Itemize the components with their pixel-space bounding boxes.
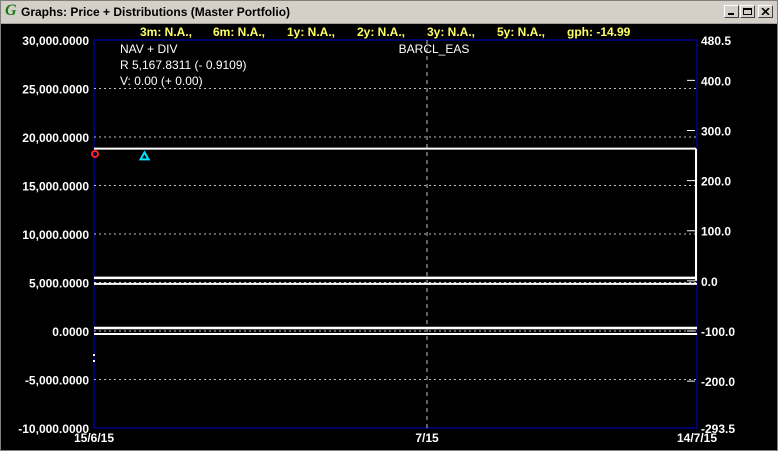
stat-1y: 1y: N.A., — [287, 25, 335, 39]
maximize-button[interactable] — [740, 5, 755, 18]
maximize-icon — [743, 8, 752, 15]
g-app-icon: G — [5, 2, 17, 19]
x-tick-1: 7/15 — [415, 431, 439, 445]
marker-circle — [91, 149, 99, 158]
stat-3m: 3m: N.A., — [140, 25, 192, 39]
y-left-tick-2: 20,000.0000 — [22, 131, 89, 145]
grid-lines — [94, 40, 697, 428]
close-button[interactable] — [758, 5, 773, 18]
y-right-tick-6: -100.0 — [701, 325, 735, 339]
stat-gph: gph: -14.99 — [567, 25, 631, 39]
y-axis-right: 480.5 400.0 300.0 200.0 100.0 0.0 -100.0 -200.0… — [687, 34, 735, 436]
edge-dot-1 — [93, 360, 95, 362]
stats-row: 3m: N.A., 6m: N.A., 1y: N.A., 2y: N.A., 3y: … — [140, 25, 631, 39]
y-left-tick-1: 25,000.0000 — [22, 83, 89, 97]
stat-5y: 5y: N.A., — [497, 25, 545, 39]
y-right-tick-3: 200.0 — [701, 175, 731, 189]
stat-6m: 6m: N.A., — [213, 25, 265, 39]
title-bar[interactable]: G Graphs: Price + Distributions (Master … — [1, 1, 777, 24]
y-axis-left: 30,000.0000 25,000.0000 20,000.0000 15,000.… — [18, 34, 89, 436]
minimize-button[interactable] — [724, 5, 739, 18]
y-right-tick-4: 100.0 — [701, 225, 731, 239]
chart-title: BARCL_EAS — [399, 42, 470, 56]
stat-2y: 2y: N.A., — [357, 25, 405, 39]
y-right-tick-1: 400.0 — [701, 74, 731, 88]
x-axis: 15/6/15 7/15 14/7/15 — [74, 431, 717, 445]
legend-line-2: R 5,167.8311 (- 0.9109) — [120, 58, 247, 72]
y-right-tick-7: -200.0 — [701, 375, 735, 389]
minimize-icon — [728, 13, 734, 15]
window-title: Graphs: Price + Distributions (Master Po… — [21, 5, 291, 19]
y-right-tick-0: 480.5 — [701, 34, 731, 48]
y-left-tick-6: 0.0000 — [52, 325, 89, 339]
y-left-tick-0: 30,000.0000 — [22, 34, 89, 48]
plot-area[interactable]: 3m: N.A., 6m: N.A., 1y: N.A., 2y: N.A., 3y: … — [1, 24, 777, 450]
close-icon — [761, 8, 770, 15]
graph-window: G Graphs: Price + Distributions (Master … — [0, 0, 778, 451]
y-left-tick-3: 15,000.0000 — [22, 180, 89, 194]
x-tick-0: 15/6/15 — [74, 431, 114, 445]
y-left-tick-5: 5,000.0000 — [29, 277, 89, 291]
markers — [91, 149, 151, 161]
y-right-tick-2: 300.0 — [701, 124, 731, 138]
series-lines — [93, 147, 697, 362]
price-chart[interactable]: 3m: N.A., 6m: N.A., 1y: N.A., 2y: N.A., 3y: … — [1, 24, 777, 450]
edge-dot-0 — [93, 354, 95, 356]
stat-3y: 3y: N.A., — [427, 25, 475, 39]
y-left-tick-4: 10,000.0000 — [22, 228, 89, 242]
marker-triangle — [138, 150, 151, 161]
legend-line-3: V: 0.00 (+ 0.00) — [120, 74, 203, 88]
legend-line-1: NAV + DIV — [120, 42, 177, 56]
y-left-tick-7: -5,000.0000 — [25, 374, 89, 388]
x-tick-2: 14/7/15 — [677, 431, 717, 445]
y-right-tick-5: 0.0 — [701, 275, 718, 289]
